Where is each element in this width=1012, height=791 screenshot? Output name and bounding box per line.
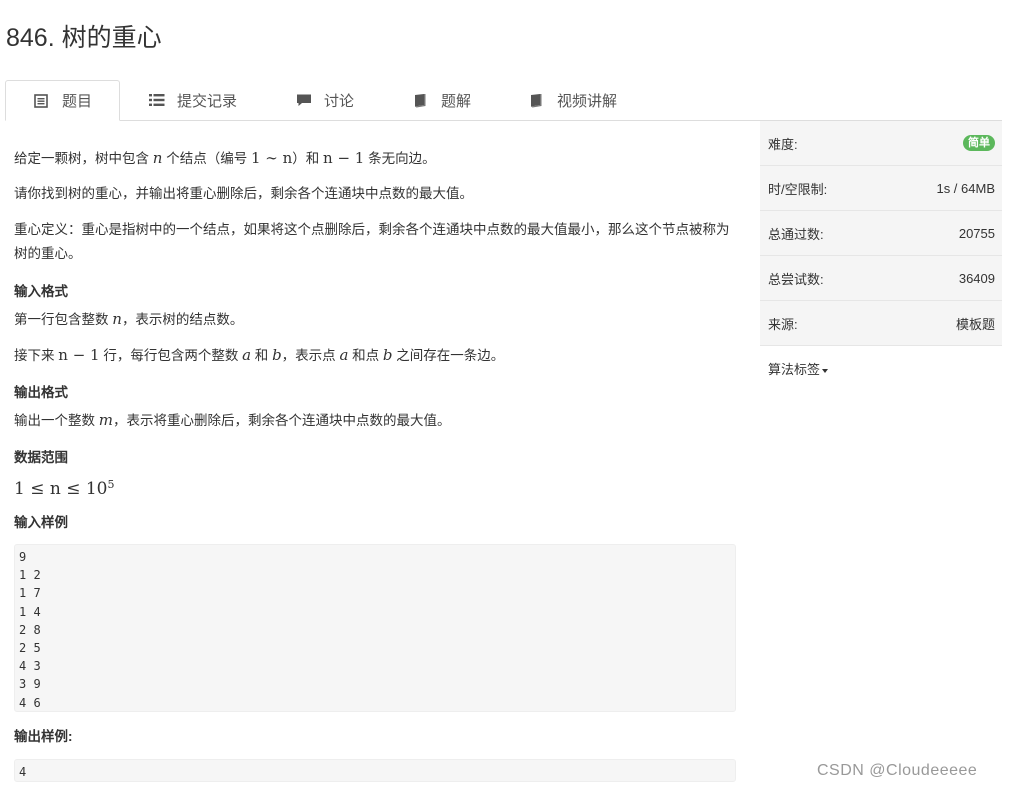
tab-submissions[interactable]: 提交记录 xyxy=(149,80,237,120)
comment-icon xyxy=(296,80,314,120)
code-line: 4 3 xyxy=(19,659,41,674)
sample-output-code: 4 xyxy=(14,759,736,782)
tab-solutions-label: 题解 xyxy=(441,92,472,110)
sample-input-code: 9 1 2 1 7 1 4 2 8 2 5 4 3 3 9 4 6 xyxy=(14,544,736,712)
tried-label: 总尝试数: xyxy=(768,271,824,287)
data-range-expression: 1 ≤ n ≤ 105 xyxy=(14,478,115,499)
tab-solutions[interactable]: 题解 xyxy=(413,80,471,120)
input-format-heading: 输入格式 xyxy=(14,284,68,299)
limit-row: 时/空限制: 1s / 64MB xyxy=(760,166,1002,211)
description-paragraph-1: 给定一颗树，树中包含 n 个结点（编号 1 ∼ n）和 n − 1 条无向边。 xyxy=(14,149,436,167)
code-line: 2 8 xyxy=(19,622,41,637)
tab-discussion-label: 讨论 xyxy=(324,92,355,110)
code-line: 4 xyxy=(19,765,27,779)
limit-label: 时/空限制: xyxy=(768,181,828,197)
code-line: 1 4 xyxy=(19,604,41,619)
tried-value: 36409 xyxy=(958,270,995,286)
code-line: 3 9 xyxy=(19,677,41,692)
source-row: 来源: 模板题 xyxy=(760,301,1002,346)
list-icon xyxy=(149,80,167,120)
problem-tabs: 题目 提交记录 讨论 题解 视频讲解 xyxy=(5,80,1002,121)
source-label: 来源: xyxy=(768,316,798,332)
output-format-heading: 输出格式 xyxy=(14,385,68,400)
description-paragraph-3: 重心定义：重心是指树中的一个结点，如果将这个点删除后，剩余各个连通块中点数的最大… xyxy=(14,222,730,261)
code-line: 9 xyxy=(19,550,27,564)
book-icon xyxy=(413,80,431,120)
output-format-line: 输出一个整数 m，表示将重心删除后，剩余各个连通块中点数的最大值。 xyxy=(14,411,451,429)
sample-input-heading: 输入样例 xyxy=(14,515,68,530)
book-icon xyxy=(529,80,547,120)
limit-value: 1s / 64MB xyxy=(936,180,995,196)
tab-video-label: 视频讲解 xyxy=(557,92,618,110)
tab-problem-label: 题目 xyxy=(62,93,93,110)
code-line: 1 2 xyxy=(19,568,41,583)
page-title: 846. 树的重心 xyxy=(6,24,162,52)
watermark: CSDN @Cloudeeeee xyxy=(817,762,978,779)
difficulty-label: 难度: xyxy=(768,136,798,152)
source-value: 模板题 xyxy=(955,316,995,332)
problem-info-panel: 难度: 简单 时/空限制: 1s / 64MB 总通过数: 20755 总尝试数… xyxy=(760,121,1002,391)
code-line: 1 7 xyxy=(19,586,41,601)
input-format-line-1: 第一行包含整数 n，表示树的结点数。 xyxy=(14,310,244,328)
data-range-heading: 数据范围 xyxy=(14,450,68,465)
caret-down-icon xyxy=(822,368,829,373)
passed-label: 总通过数: xyxy=(768,226,824,242)
passed-value: 20755 xyxy=(958,225,995,241)
tab-submissions-label: 提交记录 xyxy=(177,92,238,110)
description-paragraph-2: 请你找到树的重心，并输出将重心删除后，剩余各个连通块中点数的最大值。 xyxy=(14,186,473,201)
tab-discussion[interactable]: 讨论 xyxy=(296,80,354,120)
tried-row: 总尝试数: 36409 xyxy=(760,256,1002,301)
difficulty-row: 难度: 简单 xyxy=(760,121,1002,166)
document-icon xyxy=(34,81,52,120)
algorithm-tags-toggle[interactable]: 算法标签 xyxy=(760,346,1002,391)
code-line: 4 6 xyxy=(19,695,41,710)
passed-row: 总通过数: 20755 xyxy=(760,211,1002,256)
input-format-line-2: 接下来 n − 1 行，每行包含两个整数 a 和 b，表示点 a 和点 b 之间… xyxy=(14,346,505,364)
sample-output-heading: 输出样例: xyxy=(14,729,73,744)
algorithm-tags-label: 算法标签 xyxy=(768,362,821,377)
tab-video[interactable]: 视频讲解 xyxy=(529,80,617,120)
difficulty-badge: 简单 xyxy=(963,135,995,151)
code-line: 2 5 xyxy=(19,640,41,655)
tab-problem[interactable]: 题目 xyxy=(5,80,120,121)
